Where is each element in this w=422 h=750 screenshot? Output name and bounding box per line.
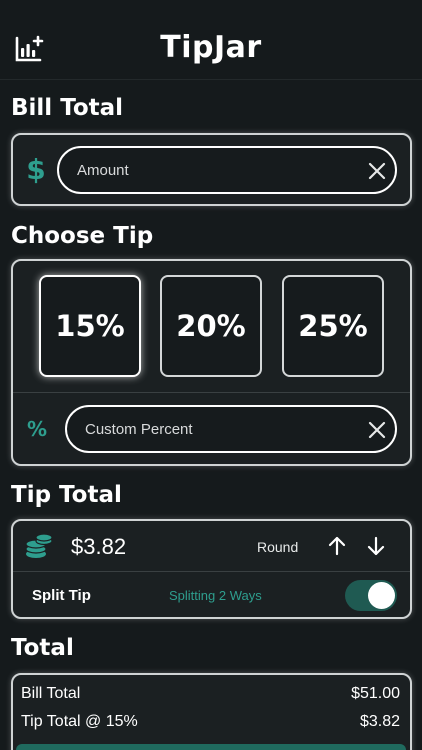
percent-icon: % [27, 417, 48, 441]
bill-total-heading: Bill Total [11, 95, 124, 121]
app-title: TipJar [160, 30, 262, 65]
tip-total-amount: $3.82 [71, 534, 127, 559]
custom-percent-input[interactable] [65, 405, 397, 453]
total-heading: Total [11, 635, 74, 661]
tip-25-button[interactable]: 25% [282, 275, 384, 377]
round-up-icon[interactable] [326, 535, 348, 557]
choose-tip-heading: Choose Tip [11, 223, 154, 249]
split-status: Splitting 2 Ways [169, 588, 262, 603]
tip-15-button[interactable]: 15% [39, 275, 141, 377]
tip-20-button[interactable]: 20% [160, 275, 262, 377]
tip-total-heading: Tip Total [11, 482, 122, 508]
split-tip-label: Split Tip [32, 587, 91, 604]
bill-total-card: $ [11, 133, 412, 206]
tip-total-card: $3.82 Round Split Tip Splitting 2 Ways [11, 519, 412, 619]
tip-divider [13, 392, 410, 393]
round-label: Round [257, 539, 299, 555]
coins-icon [25, 533, 53, 558]
choose-tip-card: 15% 20% 25% % [11, 259, 412, 466]
tip-total-divider [13, 571, 410, 572]
summary-bill-label: Bill Total [21, 685, 81, 702]
amount-input[interactable] [57, 146, 397, 194]
grand-total-bar [16, 744, 406, 750]
toggle-knob [368, 582, 395, 609]
summary-tip-value: $3.82 [359, 713, 400, 730]
summary-row-tip: Tip Total @ 15% $3.82 [21, 713, 400, 731]
summary-tip-label: Tip Total @ 15% [21, 713, 138, 730]
app-screen: TipJar Bill Total $ Choose Tip 15% 20% 2… [0, 0, 422, 750]
dollar-icon: $ [26, 153, 46, 186]
clear-amount-icon[interactable] [367, 161, 387, 181]
summary-bill-value: $51.00 [351, 685, 400, 702]
split-tip-toggle[interactable] [345, 580, 397, 611]
header: TipJar [0, 0, 422, 80]
header-divider [0, 79, 422, 80]
clear-custom-percent-icon[interactable] [367, 420, 387, 440]
total-card: Bill Total $51.00 Tip Total @ 15% $3.82 [11, 673, 412, 750]
summary-row-bill: Bill Total $51.00 [21, 685, 400, 703]
round-down-icon[interactable] [365, 535, 387, 557]
